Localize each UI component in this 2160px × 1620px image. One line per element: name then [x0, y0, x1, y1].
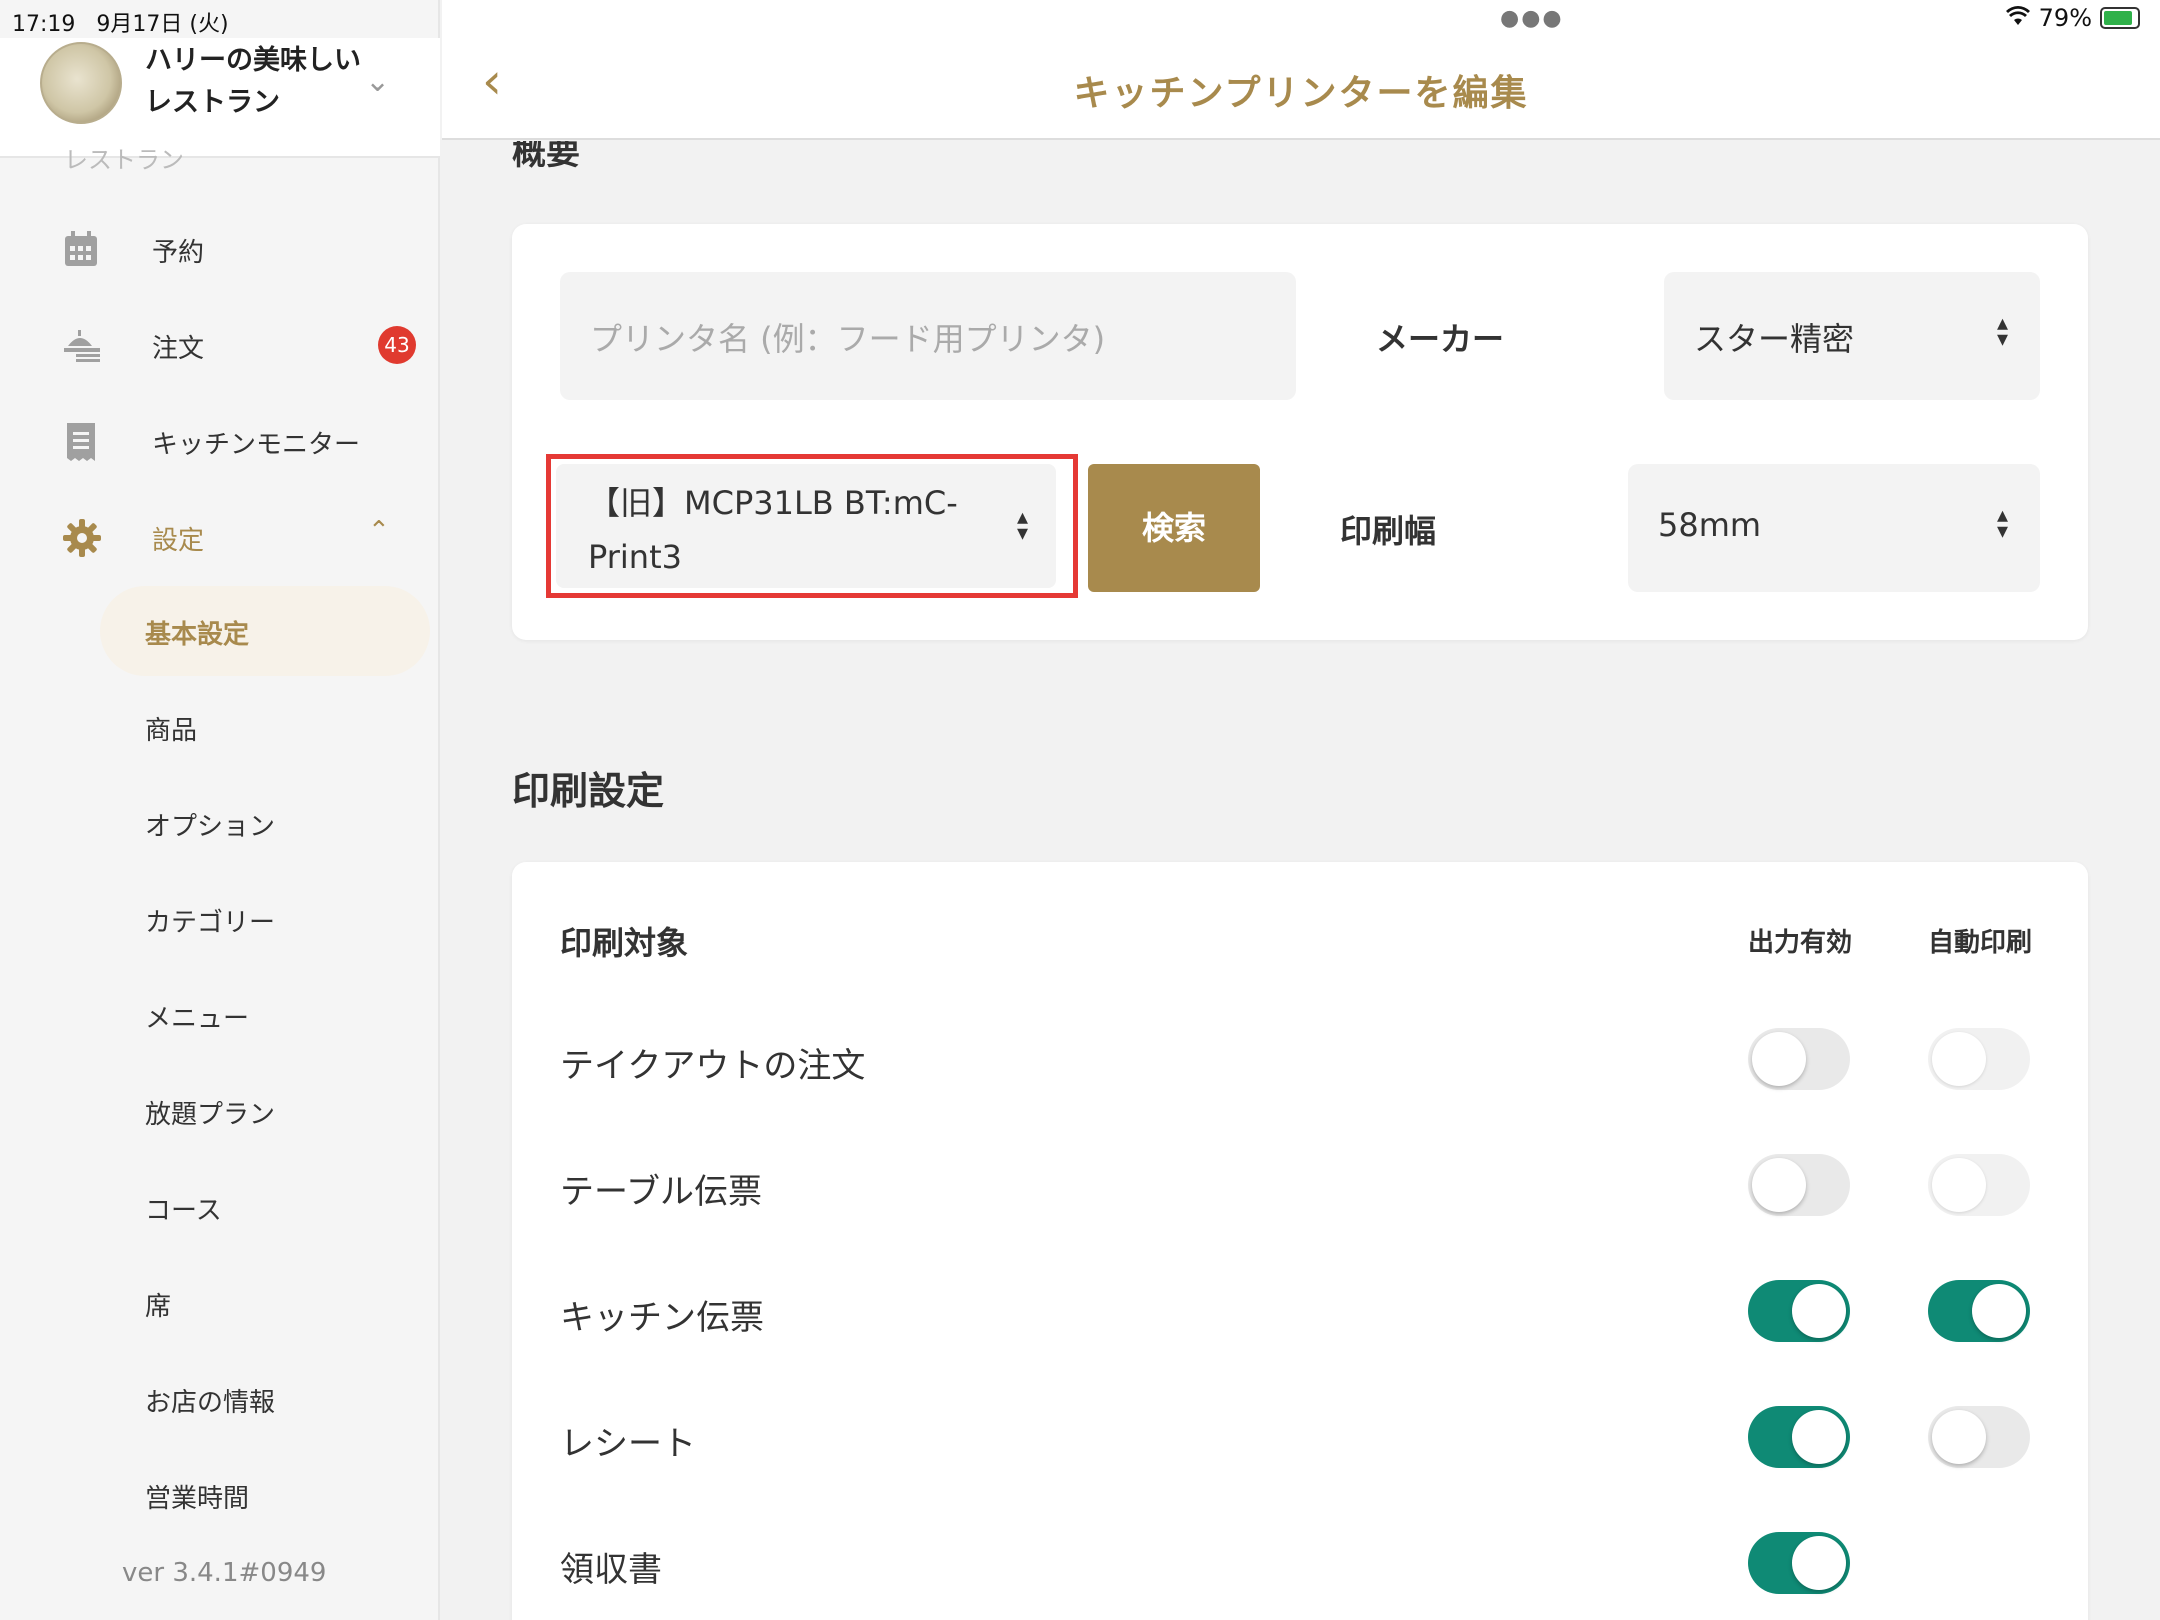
sidebar-item-label: キッチンモニター	[152, 430, 361, 460]
search-button[interactable]: 検索	[1088, 464, 1260, 592]
toggle-knob	[1792, 1536, 1846, 1590]
sidebar-subitem-label: お店の情報	[145, 1388, 276, 1418]
orders-count-badge: 43	[378, 326, 416, 364]
sidebar-subitem-products[interactable]: 商品	[100, 682, 430, 772]
status-time-date: 17:19 9月17日 (火)	[12, 6, 229, 38]
sidebar-item-label: 注文	[152, 334, 205, 364]
print-target-invoice-label: 領収書	[560, 1550, 662, 1590]
chevron-down-icon: ⌄	[365, 64, 391, 99]
print-target-table-slip-label: テーブル伝票	[560, 1172, 762, 1212]
sidebar-subitem-label: 基本設定	[145, 620, 250, 650]
column-header-auto-print: 自動印刷	[1928, 928, 2033, 958]
sidebar-item-settings[interactable]: 設定 ⌃	[0, 502, 440, 572]
sidebar-subitem-store-info[interactable]: お店の情報	[100, 1354, 430, 1444]
sidebar-subitem-all-you-can-plans[interactable]: 放題プラン	[100, 1066, 430, 1156]
select-updown-icon: ▴ ▾	[1996, 311, 2008, 352]
toggle-knob	[1932, 1410, 1986, 1464]
maker-select[interactable]: スター精密 ▴ ▾	[1664, 272, 2040, 400]
sidebar: 17:19 9月17日 (火) ハリーの美味しいレストラン ⌄ レストラン 予約…	[0, 0, 440, 1620]
restaurant-name: ハリーの美味しいレストラン	[145, 45, 361, 118]
print-width-label: 印刷幅	[1340, 512, 1437, 550]
select-updown-icon: ▴ ▾	[1016, 505, 1028, 546]
print-width-select[interactable]: 58mm ▴ ▾	[1628, 464, 2040, 592]
kitchen-slip-output-toggle[interactable]	[1748, 1280, 1850, 1342]
maker-value: スター精密	[1694, 320, 1855, 358]
food-tray-icon	[62, 326, 100, 364]
sidebar-item-reservation[interactable]: 予約	[0, 214, 440, 284]
takeout-output-toggle[interactable]	[1748, 1028, 1850, 1090]
print-target-takeout-label: テイクアウトの注文	[560, 1046, 866, 1086]
print-settings-card	[512, 862, 2088, 1620]
maker-label: メーカー	[1376, 320, 1505, 358]
sidebar-subitem-label: カテゴリー	[145, 908, 276, 938]
sidebar-subitem-label: 営業時間	[145, 1484, 250, 1514]
printer-name-input[interactable]: プリンタ名 (例：フード用プリンタ)	[560, 272, 1296, 400]
calendar-icon	[62, 230, 100, 268]
sidebar-subitem-courses[interactable]: コース	[100, 1162, 430, 1252]
sidebar-subitem-basic-settings[interactable]: 基本設定	[100, 586, 430, 676]
model-value: 【旧】MCP31LB BT:mC-Print3	[588, 484, 958, 576]
page-title: キッチンプリンターを編集	[1073, 73, 1529, 114]
sidebar-subitem-label: 放題プラン	[145, 1100, 276, 1130]
sidebar-subitem-label: オプション	[145, 812, 276, 842]
sidebar-subitem-categories[interactable]: カテゴリー	[100, 874, 430, 964]
status-date: 9月17日 (火)	[96, 12, 229, 37]
receipt-auto-print-toggle[interactable]	[1928, 1406, 2030, 1468]
sidebar-item-kitchen-monitor[interactable]: キッチンモニター	[0, 406, 440, 476]
toggle-knob	[1792, 1284, 1846, 1338]
restaurant-avatar	[40, 42, 122, 124]
sidebar-subitem-label: 席	[145, 1292, 172, 1322]
select-updown-icon: ▴ ▾	[1996, 503, 2008, 544]
sidebar-subitem-menu[interactable]: メニュー	[100, 970, 430, 1060]
sidebar-subitem-label: 商品	[145, 716, 198, 746]
multitask-dots-icon[interactable]: ●●●	[1500, 6, 1564, 31]
table-slip-output-toggle[interactable]	[1748, 1154, 1850, 1216]
section-title-print-settings: 印刷設定	[512, 769, 665, 813]
battery-percent: 79%	[2038, 4, 2092, 32]
takeout-auto-print-toggle[interactable]	[1928, 1028, 2030, 1090]
invoice-output-toggle[interactable]	[1748, 1532, 1850, 1594]
toggle-knob	[1932, 1032, 1986, 1086]
table-slip-auto-print-toggle[interactable]	[1928, 1154, 2030, 1216]
receipt-icon	[62, 422, 100, 461]
sidebar-item-label: 設定	[152, 526, 205, 556]
toggle-knob	[1932, 1158, 1986, 1212]
status-right: 79%	[2005, 4, 2140, 32]
toggle-knob	[1752, 1032, 1806, 1086]
column-header-target: 印刷対象	[560, 924, 689, 962]
wifi-icon	[2005, 4, 2031, 32]
toggle-knob	[1972, 1284, 2026, 1338]
toggle-knob	[1792, 1410, 1846, 1464]
sidebar-item-orders[interactable]: 注文 43	[0, 310, 440, 380]
model-select[interactable]: 【旧】MCP31LB BT:mC-Print3 ▴ ▾	[556, 464, 1056, 588]
sidebar-subitem-label: メニュー	[145, 1004, 250, 1034]
scrolled-section-label: レストラン	[64, 146, 184, 174]
receipt-output-toggle[interactable]	[1748, 1406, 1850, 1468]
sidebar-subitem-label: コース	[145, 1196, 222, 1226]
top-bar: ●●● 79% ‹ キッチンプリンターを編集	[442, 0, 2160, 140]
column-header-output-enabled: 出力有効	[1748, 928, 1853, 958]
sidebar-subitem-options[interactable]: オプション	[100, 778, 430, 868]
status-time: 17:19	[12, 12, 76, 37]
sidebar-subitem-seats[interactable]: 席	[100, 1258, 430, 1348]
printer-name-placeholder: プリンタ名 (例：フード用プリンタ)	[590, 320, 1106, 358]
toggle-knob	[1752, 1158, 1806, 1212]
print-target-kitchen-slip-label: キッチン伝票	[560, 1298, 764, 1338]
print-width-value: 58mm	[1658, 506, 1762, 544]
battery-icon	[2100, 7, 2140, 29]
print-target-receipt-label: レシート	[560, 1424, 696, 1464]
gear-icon	[62, 518, 101, 557]
kitchen-slip-auto-print-toggle[interactable]	[1928, 1280, 2030, 1342]
chevron-up-icon: ⌃	[368, 516, 390, 546]
sidebar-subitem-business-hours[interactable]: 営業時間	[100, 1450, 430, 1540]
sidebar-item-label: 予約	[152, 238, 205, 268]
app-version: ver 3.4.1#0949	[122, 1558, 327, 1588]
